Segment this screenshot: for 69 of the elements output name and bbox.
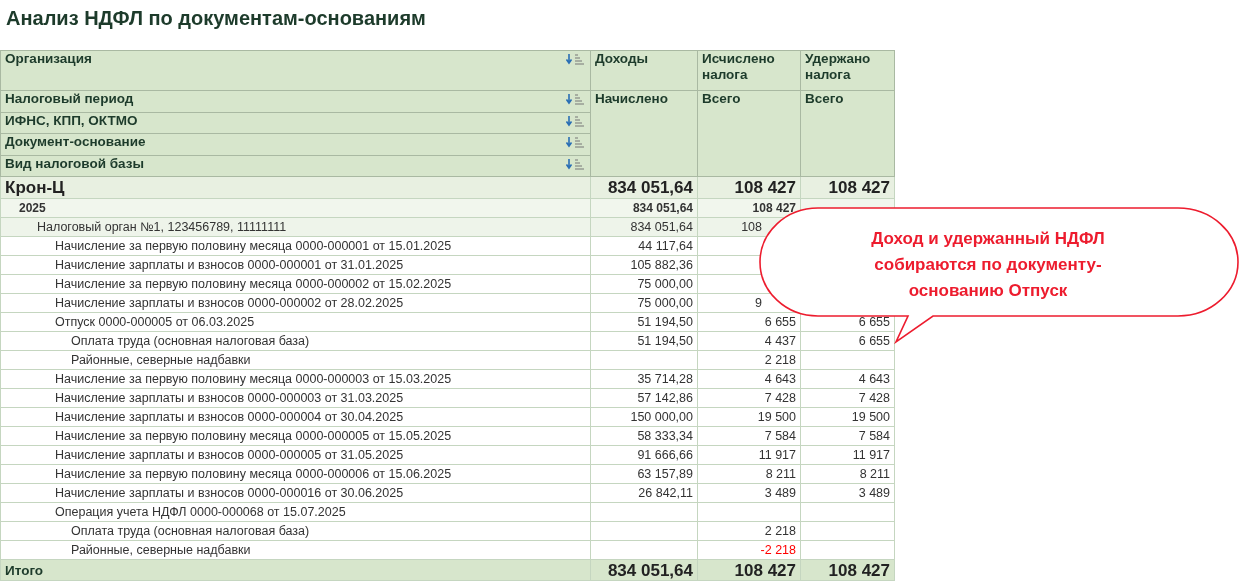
callout-text: Доход и удержанный НДФЛ собираются по документу-основанию Отпуск — [870, 228, 1106, 302]
row-label: Начисление зарплаты и взносов 0000-000005 от 31.05.2025 — [0, 445, 591, 465]
table-cell: -2 218 — [697, 540, 801, 560]
grouping-header[interactable]: Документ-основание — [0, 133, 591, 155]
table-cell: 75 000,00 — [590, 293, 698, 313]
table-cell: 58 333,34 — [590, 426, 698, 446]
table-cell: 7 584 — [697, 426, 801, 446]
table-cell: 7 584 — [800, 426, 895, 446]
column-header: Удержано налога — [800, 50, 895, 91]
row-label: Крон-Ц — [0, 176, 591, 199]
table-cell: 2 218 — [697, 350, 801, 370]
table-cell: 7 428 — [800, 388, 895, 408]
table-cell: 2 218 — [697, 521, 801, 541]
row-label: Начисление зарплаты и взносов 0000-000001 от 31.01.2025 — [0, 255, 591, 275]
table-cell: 8 211 — [697, 464, 801, 484]
row-label: Начисление за первую половину месяца 0000-000005 от 15.05.2025 — [0, 426, 591, 446]
row-label: Начисление зарплаты и взносов 0000-000004 от 30.04.2025 — [0, 407, 591, 427]
table-cell: 57 142,86 — [590, 388, 698, 408]
row-label: Районные, северные надбавки — [0, 540, 591, 560]
report-title: Анализ НДФЛ по документам-основаниям — [6, 6, 427, 30]
row-label: Районные, северные надбавки — [0, 350, 591, 370]
table-cell: 26 842,11 — [590, 483, 698, 503]
table-cell: 11 917 — [800, 445, 895, 465]
sort-icon[interactable] — [566, 114, 586, 127]
row-label: Оплата труда (основная налоговая база) — [0, 521, 591, 541]
row-label: Начисление зарплаты и взносов 0000-000002 от 28.02.2025 — [0, 293, 591, 313]
table-cell: 4 643 — [800, 369, 895, 389]
row-label: Оплата труда (основная налоговая база) — [0, 331, 591, 351]
table-cell: 8 211 — [800, 464, 895, 484]
grouping-header[interactable]: Организация — [0, 50, 591, 91]
row-label: Начисление зарплаты и взносов 0000-000016 от 30.06.2025 — [0, 483, 591, 503]
row-label: Начисление за первую половину месяца 0000-000003 от 15.03.2025 — [0, 369, 591, 389]
table-cell: 3 489 — [800, 483, 895, 503]
table-cell: 51 194,50 — [590, 312, 698, 332]
table-cell: 44 117,64 — [590, 236, 698, 256]
sort-icon[interactable] — [566, 53, 586, 65]
sort-icon[interactable] — [566, 136, 586, 148]
column-subheader: Всего — [800, 90, 895, 177]
grouping-header[interactable]: Налоговый период — [0, 90, 591, 112]
sort-icon[interactable] — [566, 157, 586, 170]
table-cell: 4 643 — [697, 369, 801, 389]
column-header: Доходы — [590, 50, 698, 91]
table-cell: 11 917 — [697, 445, 801, 465]
table-cell: 7 428 — [697, 388, 801, 408]
table-cell: 63 157,89 — [590, 464, 698, 484]
row-label: Операция учета НДФЛ 0000-000068 от 15.07.2025 — [0, 502, 591, 522]
row-label: Начисление за первую половину месяца 0000-000001 от 15.01.2025 — [0, 236, 591, 256]
table-cell: 3 489 — [697, 483, 801, 503]
column-subheader: Начислено — [590, 90, 698, 177]
table-cell: 35 714,28 — [590, 369, 698, 389]
table-cell: 91 666,66 — [590, 445, 698, 465]
table-cell: 19 500 — [800, 407, 895, 427]
row-label: Отпуск 0000-000005 от 06.03.2025 — [0, 312, 591, 332]
table-cell: 4 437 — [697, 331, 801, 351]
row-label: Начисление за первую половину месяца 0000-000006 от 15.06.2025 — [0, 464, 591, 484]
grouping-header[interactable]: ИФНС, КПП, ОКТМО — [0, 112, 591, 134]
table-cell: 19 500 — [697, 407, 801, 427]
table-cell: 105 882,36 — [590, 255, 698, 275]
table-cell: 6 655 — [800, 331, 895, 351]
sort-icon[interactable] — [566, 93, 586, 105]
total-label: Итого — [0, 559, 591, 581]
table-cell: 51 194,50 — [590, 331, 698, 351]
row-label: Начисление зарплаты и взносов 0000-000003 от 31.03.2025 — [0, 388, 591, 408]
column-subheader: Всего — [697, 90, 801, 177]
column-header: Исчислено налога — [697, 50, 801, 91]
grouping-header[interactable]: Вид налоговой базы — [0, 155, 591, 177]
table-cell: 75 000,00 — [590, 274, 698, 294]
row-label: Начисление за первую половину месяца 0000-000002 от 15.02.2025 — [0, 274, 591, 294]
table-cell: 150 000,00 — [590, 407, 698, 427]
